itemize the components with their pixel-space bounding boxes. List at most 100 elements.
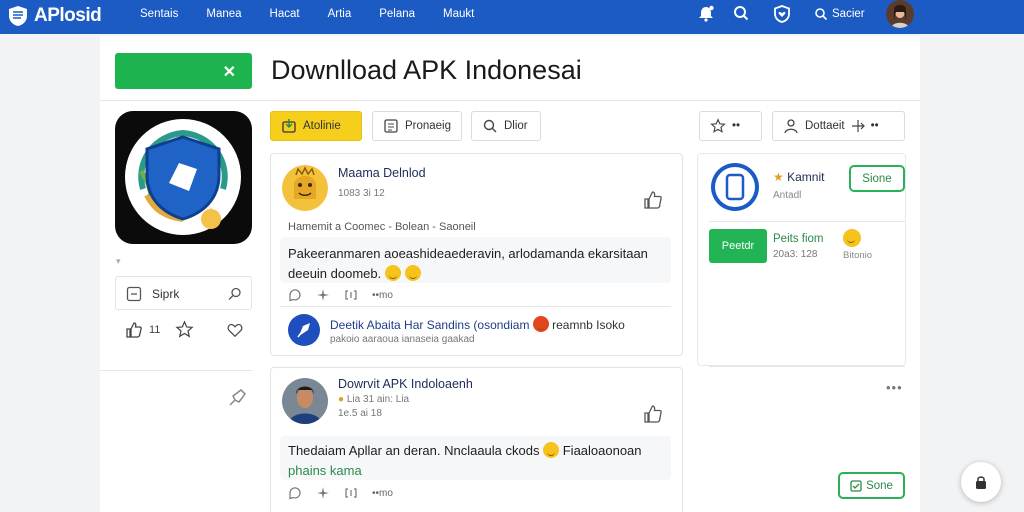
post-2-more[interactable]: ••mo	[372, 488, 393, 499]
star-icon	[710, 118, 726, 133]
share-bracket-icon[interactable]	[344, 486, 358, 500]
heart-shield-icon[interactable]	[772, 4, 792, 24]
like-count: 11	[149, 324, 161, 336]
close-icon[interactable]: ✕	[223, 62, 236, 82]
toolbar-star-button[interactable]: ••	[699, 111, 762, 141]
post-1-body-line-2: deeuin doomeb.	[288, 266, 382, 281]
top-bar: APlosid Sentais Manea Hacat Artia Pelana…	[0, 0, 1024, 34]
thumbs-up-icon[interactable]	[642, 403, 664, 425]
sparkle-icon[interactable]	[316, 486, 330, 500]
nav-item-manea[interactable]: Manea	[206, 8, 241, 20]
user-icon	[784, 119, 798, 134]
person-avatar-icon	[282, 378, 328, 424]
person-avatar-icon	[886, 0, 914, 28]
sidebar-stats: 11	[115, 318, 252, 342]
comment-icon[interactable]	[288, 288, 302, 302]
app-shield-icon	[125, 119, 241, 235]
smile-emoji-icon	[543, 442, 560, 458]
sparkle-icon[interactable]	[316, 288, 330, 302]
cartoon-avatar-icon	[282, 165, 328, 211]
nav-item-artia[interactable]: Artia	[328, 8, 352, 20]
toolbar-button-5[interactable]: Dottaeit ••	[772, 111, 905, 141]
toolbar-button-3[interactable]: Dlior	[471, 111, 541, 141]
more-options-icon[interactable]: •••	[886, 380, 903, 395]
nav-item-maukt[interactable]: Maukt	[443, 8, 474, 20]
sidebar-divider	[100, 370, 252, 371]
post-2-body: Thedaiam Apllar an deran. Nnclaaula ckod…	[288, 441, 668, 481]
heart-icon[interactable]	[226, 321, 244, 339]
search-small-icon	[815, 8, 828, 21]
reply-text: Deetik Abaita Har Sandins (osondiam ream…	[330, 316, 625, 332]
post-1-body-line-1: Pakeeranmaren aoeashideaederavin, arloda…	[288, 246, 648, 261]
comment-icon[interactable]	[288, 486, 302, 500]
star-icon[interactable]	[175, 320, 194, 339]
post-2-body-line-2: phains kama	[288, 463, 362, 478]
post-2-meta: ● Lia 31 ain: Lia	[338, 394, 409, 405]
post-2-meta-2: 1e.5 ai 18	[338, 408, 382, 419]
post-2-avatar[interactable]	[282, 378, 328, 424]
post-1-meta: 1083 3i 12	[338, 188, 385, 199]
rocket-icon	[297, 323, 310, 338]
bottom-save-button[interactable]: Sone	[838, 472, 905, 499]
search-icon[interactable]	[731, 4, 751, 24]
grin-emoji-icon	[404, 265, 421, 281]
sidebar-package-box[interactable]: Siprk	[115, 276, 252, 310]
right-card-button[interactable]: Sione	[849, 165, 905, 192]
post-2-meta-text: Lia 31 ain: Lia	[346, 394, 410, 405]
logo-text: APlosid	[34, 5, 102, 26]
post-1-author[interactable]: Maama Delnlod	[338, 166, 426, 180]
star-badge-icon: ★	[773, 170, 784, 184]
app-icon[interactable]	[115, 111, 252, 244]
reply-text-tail: reamnb Isoko	[552, 318, 625, 332]
toolbar-button-2[interactable]: Pronaeig	[372, 111, 462, 141]
shield-logo-icon	[9, 6, 27, 26]
toolbar-button-2-label: Pronaeig	[404, 120, 451, 132]
post-2-actions: ••mo	[288, 485, 393, 501]
post-1-subtitle: Hamemit a Coomec - Bolean - Saoneil	[288, 221, 476, 233]
smile-emoji-icon	[384, 265, 401, 281]
post-1-avatar[interactable]	[282, 165, 328, 211]
reply-subtext: pakoio aaraoua ianaseia gaakad	[330, 334, 475, 345]
user-avatar[interactable]	[886, 0, 914, 28]
download-icon	[282, 119, 296, 133]
reply-avatar[interactable]	[288, 314, 320, 346]
post-2-body-line-1b: Fiaaloaonoan	[562, 443, 642, 458]
thumbs-up-icon[interactable]	[642, 189, 664, 211]
expand-arrows-icon	[851, 120, 865, 132]
search-icon	[483, 119, 497, 133]
share-bracket-icon[interactable]	[344, 288, 358, 302]
right-green-row: Peetdr Peits fiom 20a3: 128 Bitonio	[697, 221, 906, 271]
nav-item-pelana[interactable]: Pelana	[379, 8, 415, 20]
post-1-more[interactable]: ••mo	[372, 290, 393, 301]
right-app-icon[interactable]	[711, 163, 759, 211]
reaction-emoji-icon	[532, 316, 549, 332]
logo[interactable]: APlosid	[6, 2, 102, 30]
search-label: Sacier	[832, 8, 865, 20]
page-title: Downlload APK Indonesai	[271, 55, 582, 85]
phone-icon	[715, 167, 755, 207]
package-icon	[126, 286, 142, 302]
floating-action-button[interactable]	[961, 462, 1001, 502]
nav-item-sentais[interactable]: Sentais	[140, 8, 178, 20]
right-emoji-sub: Bitonio	[843, 250, 873, 261]
green-action-tab[interactable]: ✕	[115, 53, 252, 89]
right-divider-2	[709, 366, 905, 367]
thumbs-up-icon[interactable]	[125, 321, 143, 339]
nav-item-hacat[interactable]: Hacat	[270, 8, 300, 20]
sidebar-box-label: Siprk	[152, 287, 180, 301]
post-2-author[interactable]: Dowrvit APK Indoloaenh	[338, 377, 473, 391]
right-card-sub: Antadl	[773, 190, 802, 201]
right-card-title-text: Kamnit	[787, 170, 825, 184]
toolbar-button-5-label: Dottaeit	[805, 120, 845, 132]
header-divider	[100, 100, 920, 101]
share-icon[interactable]	[226, 387, 248, 409]
notification-bell-icon[interactable]	[696, 4, 716, 24]
right-green-button[interactable]: Peetdr	[709, 229, 767, 263]
toolbar-button-1[interactable]: Atolinie	[270, 111, 362, 141]
search-link[interactable]: Sacier	[814, 4, 865, 24]
right-green-title: Peits fiom	[773, 233, 824, 245]
toolbar-button-3-label: Dlior	[504, 120, 528, 132]
post-1-actions: ••mo	[288, 287, 393, 303]
search-icon[interactable]	[227, 286, 243, 302]
lock-icon	[976, 476, 986, 489]
